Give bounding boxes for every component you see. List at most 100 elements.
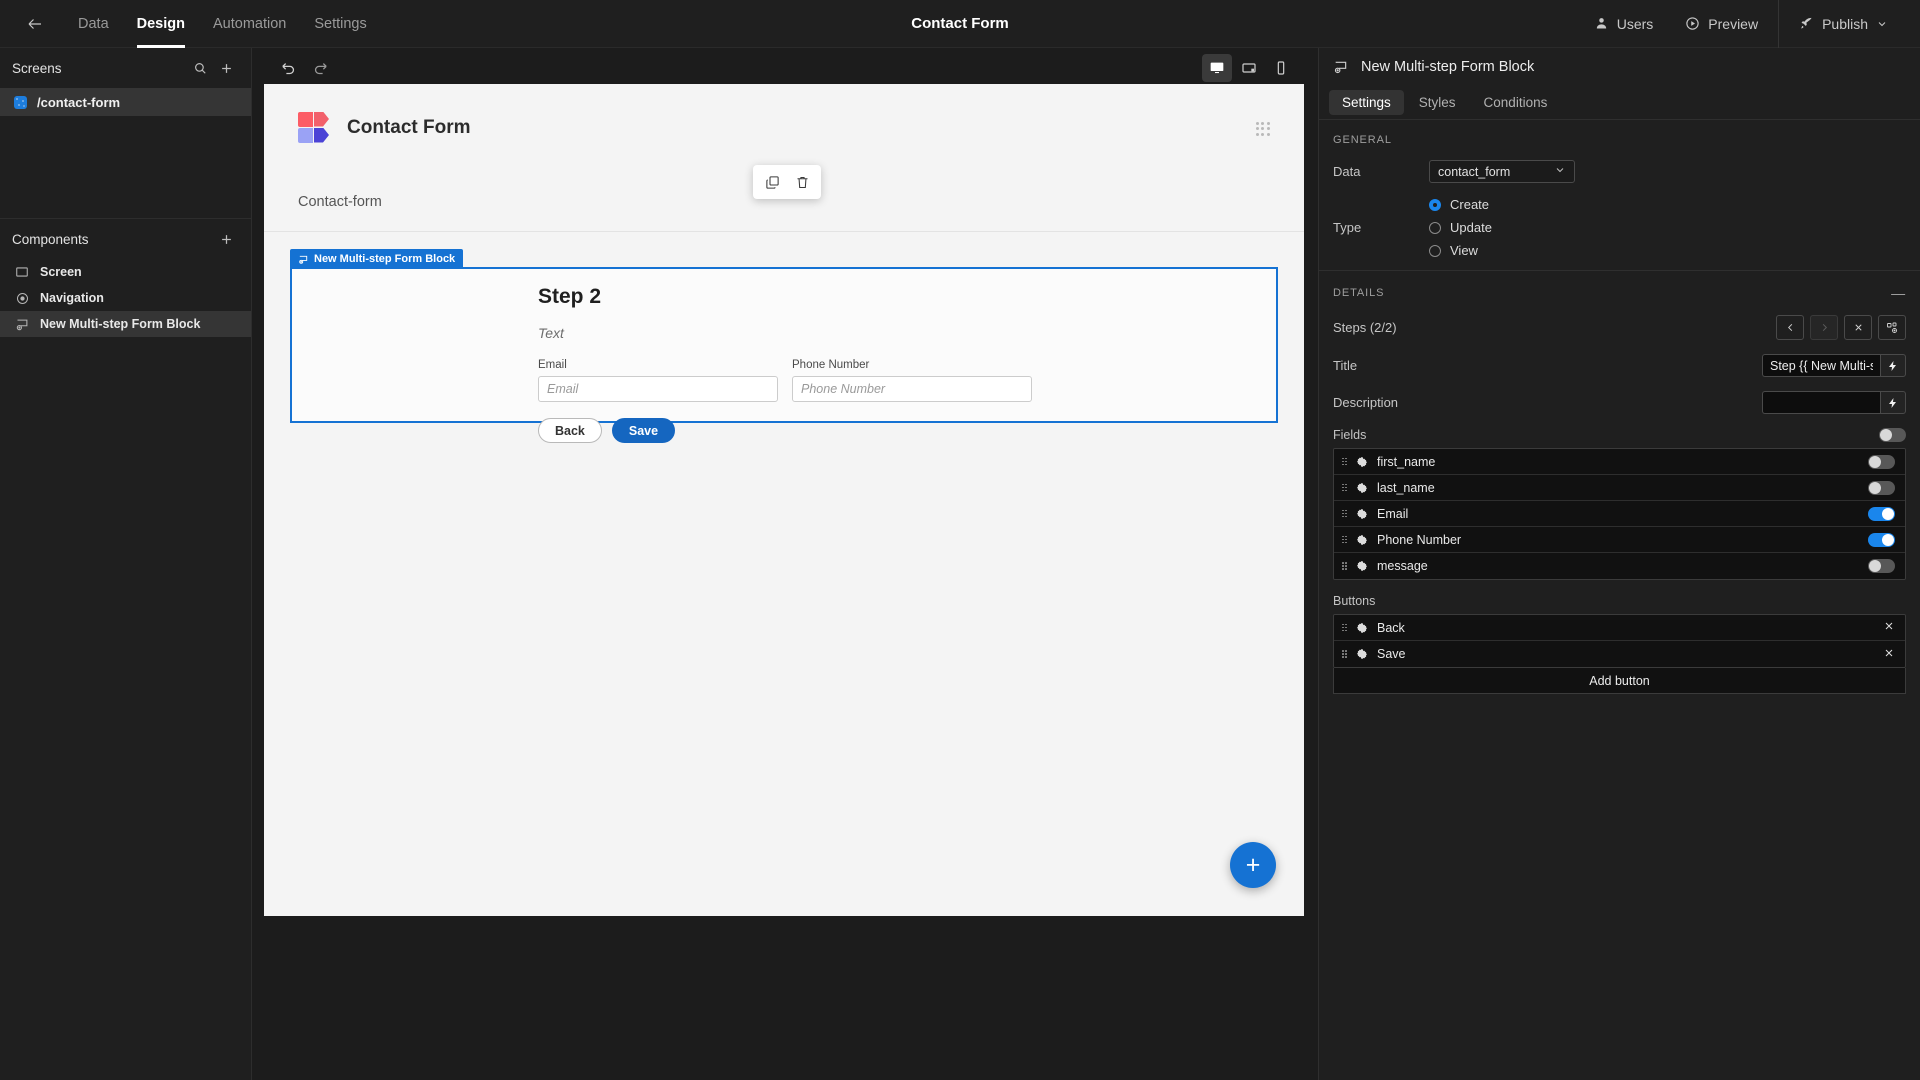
field-phone: Phone Number — [792, 359, 1032, 402]
drag-handle-icon[interactable] — [1342, 481, 1347, 494]
users-button[interactable]: Users — [1578, 0, 1670, 48]
form-block-icon — [14, 316, 30, 332]
gear-icon[interactable] — [1356, 622, 1368, 634]
step-delete-button[interactable] — [1844, 315, 1872, 340]
add-button-button[interactable]: Add button — [1333, 668, 1906, 694]
tab-design[interactable]: Design — [123, 0, 199, 48]
delete-icon[interactable] — [789, 169, 815, 195]
field-toggle[interactable] — [1868, 507, 1895, 521]
back-button[interactable]: Back — [538, 418, 602, 443]
email-input[interactable] — [538, 376, 778, 402]
field-name: last_name — [1377, 481, 1435, 495]
list-item[interactable]: Save — [1334, 641, 1905, 667]
drag-handle-icon[interactable] — [1342, 533, 1347, 546]
undo-icon[interactable] — [274, 54, 302, 82]
remove-icon[interactable] — [1883, 647, 1895, 662]
drag-handle-icon[interactable] — [1342, 455, 1347, 468]
fields-master-toggle[interactable] — [1879, 428, 1906, 442]
description-row: Description — [1333, 391, 1906, 414]
step-prev-button[interactable] — [1776, 315, 1804, 340]
tab-automation[interactable]: Automation — [199, 0, 300, 48]
tab-data[interactable]: Data — [64, 0, 123, 48]
gear-icon[interactable] — [1356, 508, 1368, 520]
tab-styles[interactable]: Styles — [1406, 90, 1469, 115]
gear-icon[interactable] — [1356, 456, 1368, 468]
publish-button[interactable]: Publish — [1783, 0, 1904, 48]
add-screen-icon[interactable] — [213, 55, 239, 81]
phone-input[interactable] — [792, 376, 1032, 402]
save-button[interactable]: Save — [612, 418, 675, 443]
field-toggle[interactable] — [1868, 481, 1895, 495]
radio-view[interactable]: View — [1429, 243, 1492, 258]
device-tablet-button[interactable] — [1234, 54, 1264, 82]
field-toggle[interactable] — [1868, 455, 1895, 469]
list-item[interactable]: message — [1334, 553, 1905, 579]
tab-settings[interactable]: Settings — [300, 0, 380, 48]
tab-settings-label: Settings — [314, 16, 366, 32]
search-icon[interactable] — [187, 55, 213, 81]
collapse-icon[interactable]: — — [1891, 285, 1906, 301]
selected-block[interactable]: New Multi-step Form Block Step 2 Text Em… — [290, 267, 1278, 423]
page-title: Contact Form — [347, 117, 471, 139]
brand-logo-icon — [298, 112, 331, 145]
tab-settings[interactable]: Settings — [1329, 90, 1404, 115]
components-header: Components — [0, 219, 251, 259]
grip-handle-icon[interactable] — [1256, 122, 1270, 136]
gear-icon[interactable] — [1356, 482, 1368, 494]
remove-icon[interactable] — [1883, 620, 1895, 635]
field-toggle[interactable] — [1868, 559, 1895, 573]
description-input[interactable] — [1762, 391, 1880, 414]
preview-button[interactable]: Preview — [1669, 0, 1774, 48]
bolt-icon[interactable] — [1880, 354, 1906, 377]
list-item[interactable]: last_name — [1334, 475, 1905, 501]
gear-icon[interactable] — [1356, 560, 1368, 572]
gear-icon[interactable] — [1356, 648, 1368, 660]
back-arrow-icon[interactable] — [18, 7, 52, 41]
breadcrumb: Contact-form — [298, 194, 382, 210]
duplicate-icon[interactable] — [759, 169, 785, 195]
drag-handle-icon[interactable] — [1342, 560, 1347, 573]
gear-icon[interactable] — [1356, 534, 1368, 546]
chevron-down-icon[interactable] — [1876, 18, 1888, 30]
form-fields: Email Phone Number — [538, 359, 1276, 402]
step-next-button[interactable] — [1810, 315, 1838, 340]
add-component-fab[interactable]: + — [1230, 842, 1276, 888]
details-section-title: DETAILS — — [1333, 285, 1906, 301]
eye-icon — [14, 290, 30, 306]
steps-label: Steps (2/2) — [1333, 320, 1397, 335]
radio-create[interactable]: Create — [1429, 197, 1492, 212]
title-label: Title — [1333, 358, 1429, 373]
bolt-icon[interactable] — [1880, 391, 1906, 414]
device-desktop-button[interactable] — [1202, 54, 1232, 82]
users-icon — [1594, 16, 1609, 31]
data-select[interactable]: contact_form — [1429, 160, 1575, 183]
component-item-navigation[interactable]: Navigation — [0, 285, 251, 311]
panel-title: New Multi-step Form Block — [1361, 59, 1534, 75]
button-name: Back — [1377, 621, 1405, 635]
screens-list: /contact-form — [0, 88, 251, 218]
list-item[interactable]: Phone Number — [1334, 527, 1905, 553]
block-float-toolbar — [753, 165, 821, 199]
steps-row: Steps (2/2) — [1333, 315, 1906, 340]
users-label: Users — [1617, 16, 1654, 32]
add-component-icon[interactable] — [213, 226, 239, 252]
list-item[interactable]: Back — [1334, 615, 1905, 641]
drag-handle-icon[interactable] — [1342, 621, 1347, 634]
sidebar-item-contact-form[interactable]: /contact-form — [0, 88, 251, 116]
component-label: Screen — [40, 265, 82, 279]
component-item-multistep-form-block[interactable]: New Multi-step Form Block — [0, 311, 251, 337]
list-item[interactable]: first_name — [1334, 449, 1905, 475]
component-item-screen[interactable]: Screen — [0, 259, 251, 285]
step-add-button[interactable] — [1878, 315, 1906, 340]
title-input[interactable] — [1762, 354, 1880, 377]
redo-icon[interactable] — [306, 54, 334, 82]
device-mobile-button[interactable] — [1266, 54, 1296, 82]
field-toggle[interactable] — [1868, 533, 1895, 547]
drag-handle-icon[interactable] — [1342, 648, 1347, 661]
drag-handle-icon[interactable] — [1342, 507, 1347, 520]
radio-update[interactable]: Update — [1429, 220, 1492, 235]
form-buttons: Back Save — [538, 418, 1276, 443]
panel-header: New Multi-step Form Block — [1319, 48, 1920, 86]
list-item[interactable]: Email — [1334, 501, 1905, 527]
tab-conditions[interactable]: Conditions — [1471, 90, 1561, 115]
